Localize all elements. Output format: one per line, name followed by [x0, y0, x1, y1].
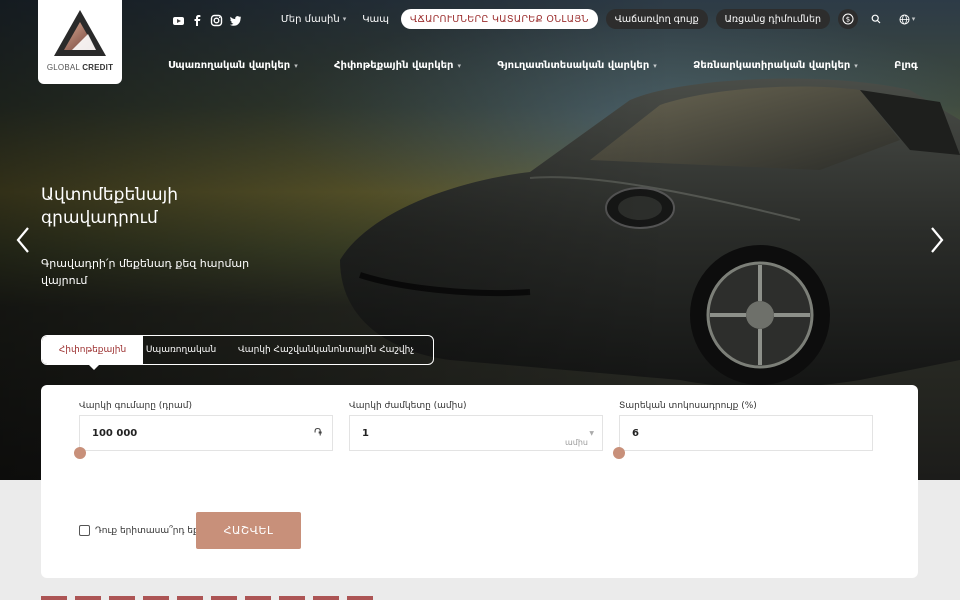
chevron-down-icon: ▾	[653, 61, 657, 70]
loan-type-tabs: Հիփոթեքային Սպառողական Վարկի Հաշվանկանոն…	[41, 335, 434, 370]
hero-subtitle: Գրավադրի՛ր մեքենադ քեզ հարմար վայրում	[41, 257, 250, 287]
facebook-icon[interactable]	[191, 12, 204, 26]
nav-mortgage-loans[interactable]: Հիփոթեքային վարկեր ▾	[334, 60, 461, 71]
tab-calculator[interactable]: Վարկի Հաշվանկանոնտային Հաշվիչ	[219, 336, 433, 364]
amount-value: 100 000	[92, 427, 138, 439]
currency-icon: $	[842, 13, 854, 25]
search-icon	[871, 14, 881, 24]
term-unit: ամիս	[564, 438, 588, 447]
chevron-down-icon: ▾	[457, 61, 461, 70]
nav-consumer-loans-label: Սպառողական վարկեր	[168, 60, 291, 71]
amount-input[interactable]: 100 000 ֏	[79, 415, 333, 451]
term-select[interactable]: 1 ▼ ամիս	[349, 415, 603, 451]
hero-title: Ավտոմեքենայի գրավադրում	[41, 185, 178, 228]
svg-text:$: $	[846, 16, 850, 24]
property-for-sale-button[interactable]: Վաճառվող գույք	[605, 9, 708, 29]
search-button[interactable]	[866, 9, 886, 29]
youth-checkbox-row[interactable]: Դուք երիտասա՞րդ եք	[79, 525, 199, 536]
language-button[interactable]: ▾	[894, 9, 920, 29]
nav-agri-loans[interactable]: Գյուղատնտեսական վարկեր ▾	[497, 60, 656, 71]
logo-text-global: GLOBAL	[46, 63, 80, 72]
chevron-down-icon: ▼	[589, 430, 594, 437]
youth-checkbox[interactable]	[79, 525, 90, 536]
nav-blog-label: Բլոգ	[894, 60, 918, 71]
online-applications-button[interactable]: Առցանց դիմումներ	[715, 9, 830, 29]
rate-label: Տարեկան տոկոսադրույք (%)	[619, 401, 757, 411]
dram-currency-icon: ֏	[313, 426, 322, 439]
chevron-down-icon: ▾	[854, 61, 858, 70]
chevron-down-icon: ▾	[294, 61, 298, 70]
term-label: Վարկի ժամկետը (ամիս)	[349, 401, 467, 411]
slider-next-arrow-icon[interactable]	[922, 224, 952, 256]
term-value: 1	[362, 427, 369, 439]
twitter-icon[interactable]	[229, 12, 242, 26]
nav-business-loans-label: Ձեռնարկատիրական վարկեր	[693, 60, 851, 71]
nav-agri-loans-label: Գյուղատնտեսական վարկեր	[497, 60, 650, 71]
top-bar: Մեր մասին ▾ Կապ ՎՃԱՐՈՒՄՆԵՐԸ ԿԱՏԱՐԵՔ ՕՆԼԱ…	[277, 9, 920, 29]
tab-mortgage[interactable]: Հիփոթեքային	[42, 336, 143, 370]
social-links	[172, 12, 242, 27]
logo-text-credit: CREDIT	[82, 63, 114, 72]
amount-slider-handle[interactable]	[74, 447, 86, 459]
contact-link-label: Կապ	[362, 13, 390, 25]
nav-consumer-loans[interactable]: Սպառողական վարկեր ▾	[168, 60, 298, 71]
instagram-icon[interactable]	[210, 12, 223, 27]
logo[interactable]: GLOBAL CREDIT	[38, 0, 122, 84]
slider-prev-arrow-icon[interactable]	[8, 224, 38, 256]
section-heading-cutoff	[41, 596, 381, 600]
amount-label: Վարկի գումարը (դրամ)	[79, 401, 192, 411]
nav-business-loans[interactable]: Ձեռնարկատիրական վարկեր ▾	[693, 60, 858, 71]
currency-button[interactable]: $	[838, 9, 858, 29]
contact-link[interactable]: Կապ	[358, 14, 393, 25]
tab-consumer[interactable]: Սպառողական	[143, 336, 219, 364]
rate-value: 6	[632, 427, 639, 439]
youtube-icon[interactable]	[172, 12, 185, 25]
pay-online-button[interactable]: ՎՃԱՐՈՒՄՆԵՐԸ ԿԱՏԱՐԵՔ ՕՆԼԱՅՆ	[401, 9, 598, 29]
logo-text: GLOBAL CREDIT	[47, 63, 113, 72]
about-link[interactable]: Մեր մասին ▾	[277, 14, 350, 25]
nav-blog[interactable]: Բլոգ	[894, 60, 918, 71]
rate-slider-handle[interactable]	[613, 447, 625, 459]
about-link-label: Մեր մասին	[280, 13, 340, 25]
chevron-down-icon: ▾	[911, 15, 916, 23]
logo-mark-icon	[54, 10, 106, 56]
calculate-button[interactable]: ՀԱՇՎԵԼ	[196, 512, 301, 549]
globe-icon	[899, 14, 910, 24]
youth-checkbox-label: Դուք երիտասա՞րդ եք	[95, 525, 199, 536]
loan-calculator: Վարկի գումարը (դրամ) 100 000 ֏ Վարկի ժամ…	[41, 385, 918, 578]
chevron-down-icon: ▾	[342, 15, 347, 23]
main-nav: Սպառողական վարկեր ▾ Հիփոթեքային վարկեր ▾…	[168, 60, 918, 71]
rate-input[interactable]: 6	[619, 415, 873, 451]
nav-mortgage-loans-label: Հիփոթեքային վարկեր	[334, 60, 454, 71]
